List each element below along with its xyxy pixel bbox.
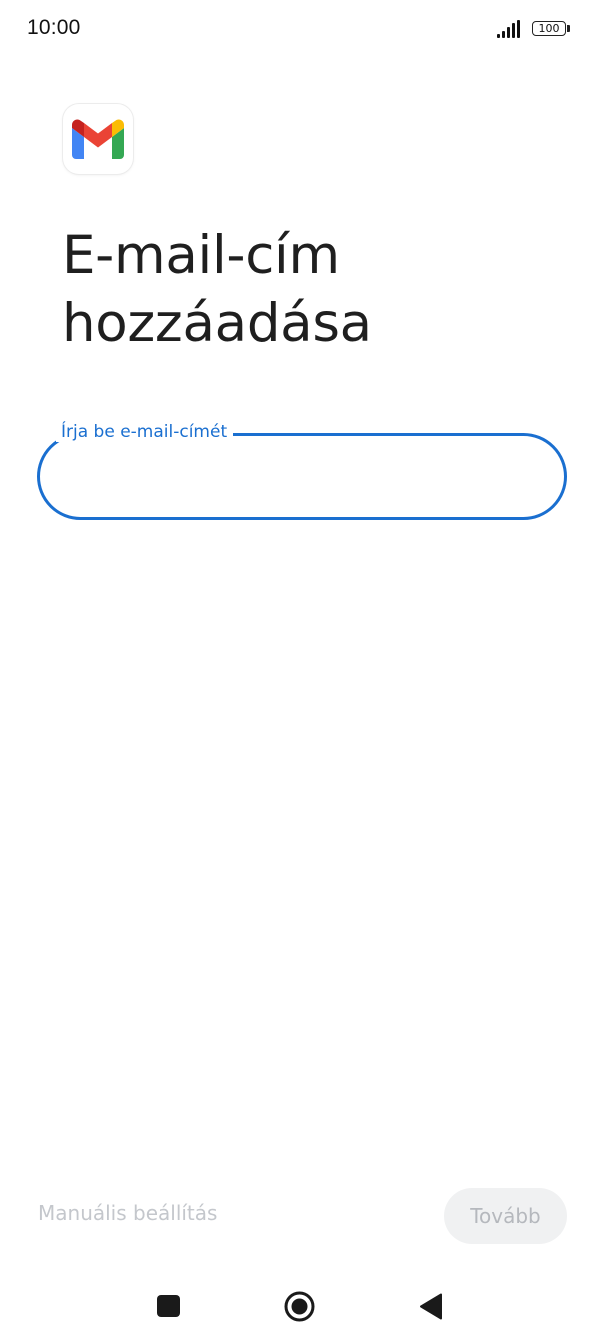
email-field-label: Írja be e-mail-címét [56, 422, 234, 442]
page-title: E-mail-cím hozzáadása [62, 225, 372, 354]
signal-bars-icon [497, 20, 520, 38]
triangle-back-icon[interactable] [419, 1293, 443, 1320]
gmail-m-icon [72, 119, 124, 159]
status-bar: 10:00 100 [0, 0, 604, 58]
battery-icon: 100 [532, 21, 566, 36]
manual-setup-button[interactable]: Manuális beállítás [38, 1201, 217, 1225]
square-recents-icon[interactable] [157, 1295, 180, 1317]
gmail-logo-icon [63, 104, 133, 174]
email-field-container: Írja be e-mail-címét [37, 422, 567, 520]
system-nav-bar [0, 1276, 604, 1336]
email-input[interactable] [37, 433, 567, 520]
status-time: 10:00 [27, 16, 81, 39]
next-button[interactable]: Tovább [444, 1188, 567, 1244]
battery-tip [567, 25, 570, 32]
battery-level: 100 [538, 22, 560, 35]
circle-home-icon[interactable] [284, 1291, 315, 1322]
